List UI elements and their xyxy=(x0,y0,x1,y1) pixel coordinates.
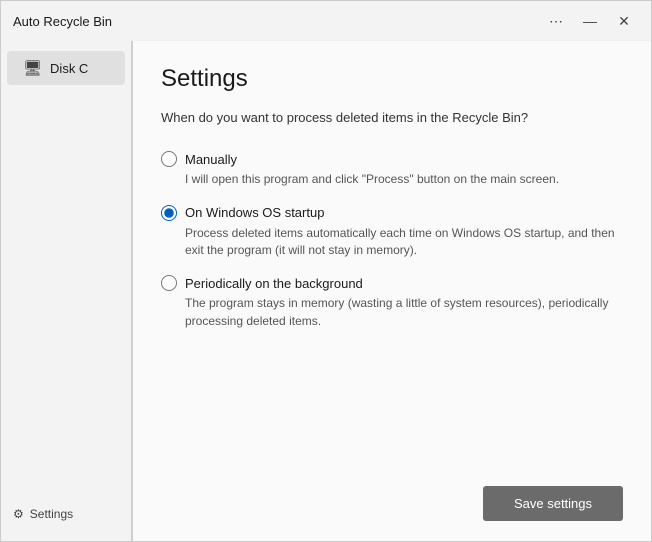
option-manually-desc: I will open this program and click "Proc… xyxy=(185,171,623,188)
sidebar-top: 🖥 Disk C xyxy=(1,51,131,85)
title-bar-controls: ⋯ — ✕ xyxy=(541,6,639,36)
settings-icon: ⚙ xyxy=(13,507,24,521)
sidebar-item-disk-c[interactable]: 🖥 Disk C xyxy=(7,51,125,85)
option-periodic-text: Periodically on the background xyxy=(185,276,363,291)
option-periodic-label[interactable]: Periodically on the background xyxy=(161,275,623,291)
option-manually: Manually I will open this program and cl… xyxy=(161,151,623,188)
main-panel: Settings When do you want to process del… xyxy=(133,41,651,541)
footer: Save settings xyxy=(161,470,623,521)
disk-icon: 🖥 xyxy=(23,59,42,77)
page-title: Settings xyxy=(161,65,623,93)
close-button[interactable]: ✕ xyxy=(609,6,639,36)
radio-startup[interactable] xyxy=(161,205,177,221)
settings-link-label: Settings xyxy=(30,507,73,521)
radio-periodic[interactable] xyxy=(161,275,177,291)
option-startup-desc: Process deleted items automatically each… xyxy=(185,225,623,260)
settings-link[interactable]: ⚙ Settings xyxy=(13,507,119,521)
main-content: 🖥 Disk C ⚙ Settings Settings When do you… xyxy=(1,41,651,541)
sidebar-disk-label: Disk C xyxy=(50,61,88,76)
option-startup-text: On Windows OS startup xyxy=(185,205,324,220)
more-button[interactable]: ⋯ xyxy=(541,6,571,36)
option-periodic: Periodically on the background The progr… xyxy=(161,275,623,330)
option-manually-text: Manually xyxy=(185,152,237,167)
option-periodic-desc: The program stays in memory (wasting a l… xyxy=(185,295,623,330)
save-settings-button[interactable]: Save settings xyxy=(483,486,623,521)
app-window: Auto Recycle Bin ⋯ — ✕ 🖥 Disk C ⚙ Settin… xyxy=(0,0,652,542)
window-title: Auto Recycle Bin xyxy=(13,14,112,29)
title-bar: Auto Recycle Bin ⋯ — ✕ xyxy=(1,1,651,41)
option-manually-label[interactable]: Manually xyxy=(161,151,623,167)
options-list: Manually I will open this program and cl… xyxy=(161,151,623,346)
option-startup: On Windows OS startup Process deleted it… xyxy=(161,205,623,260)
minimize-button[interactable]: — xyxy=(575,6,605,36)
sidebar-bottom: ⚙ Settings xyxy=(1,497,131,531)
title-bar-left: Auto Recycle Bin xyxy=(13,14,112,29)
sidebar: 🖥 Disk C ⚙ Settings xyxy=(1,41,131,541)
page-subtitle: When do you want to process deleted item… xyxy=(161,109,623,127)
radio-manually[interactable] xyxy=(161,151,177,167)
option-startup-label[interactable]: On Windows OS startup xyxy=(161,205,623,221)
